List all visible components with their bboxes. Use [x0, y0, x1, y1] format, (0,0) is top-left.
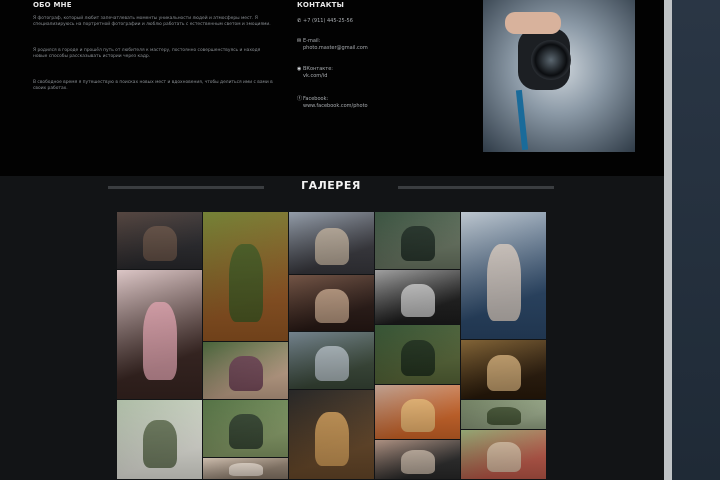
contact-text: E-mail:	[303, 38, 321, 44]
contacts-title: КОНТАКТЫ	[297, 1, 345, 9]
gallery-divider-left	[108, 186, 264, 189]
photo-glowing-jar[interactable]	[375, 385, 460, 439]
photo-family-group[interactable]	[375, 440, 460, 479]
about-paragraph-3: В свободное время я путешествую в поиска…	[33, 80, 273, 91]
contact-text: Facebook:	[303, 96, 329, 102]
photo-couple-field[interactable]	[461, 430, 546, 479]
contact-text: photo.master@gmail.com	[303, 45, 368, 51]
contact-text: +7 (911) 445-25-56	[303, 18, 353, 24]
contact-item[interactable]: ⓕFacebook: www.facebook.com/photo	[297, 96, 368, 110]
contact-item[interactable]: ◉ ВКонтакте: vk.com/id	[297, 66, 333, 80]
contact-text: ВКонтакте:	[303, 66, 333, 72]
photo-woman-pink[interactable]	[117, 270, 202, 399]
photo-green-valley[interactable]	[203, 400, 288, 457]
photo-forest-walk[interactable]	[375, 325, 460, 384]
photo-tent-night[interactable]	[289, 390, 374, 479]
window-frame-edge	[664, 0, 672, 480]
photo-woman-rooftop[interactable]	[461, 212, 546, 339]
camera-lens	[531, 40, 571, 80]
photo-girls-laughing[interactable]	[203, 342, 288, 399]
photo-green-park[interactable]	[461, 400, 546, 429]
about-paragraph-1: Я фотограф, который любит запечатлевать …	[33, 16, 271, 27]
photo-woman-sunlight[interactable]	[461, 340, 546, 399]
photo-autumn-leaves[interactable]	[203, 212, 288, 341]
about-paragraph-2: Я родился в городе и прошёл путь от люби…	[33, 48, 261, 59]
photo-couple-bw[interactable]	[375, 270, 460, 324]
photo-couple-embrace[interactable]	[289, 275, 374, 331]
about-title: ОБО МНЕ	[33, 1, 72, 9]
photo-friends-bench[interactable]	[117, 212, 202, 269]
contact-text: vk.com/id	[303, 73, 328, 79]
desktop-background	[672, 0, 720, 480]
photo-couple-city[interactable]	[289, 212, 374, 274]
photo-birch-kids[interactable]	[117, 400, 202, 479]
photo-bridge-forest[interactable]	[375, 212, 460, 269]
gallery-divider-right	[398, 186, 554, 189]
info-section: ОБО МНЕ Я фотограф, который любит запеча…	[0, 0, 664, 176]
contact-item[interactable]: ✆ +7 (911) 445-25-56	[297, 18, 353, 25]
contact-text: www.facebook.com/photo	[303, 103, 368, 109]
contact-item[interactable]: ✉ E-mail: photo.master@gmail.com	[297, 38, 368, 52]
photo-beach-people[interactable]	[203, 458, 288, 479]
photo-mountain-lake[interactable]	[289, 332, 374, 389]
web-page: ОБО МНЕ Я фотограф, который любит запеча…	[0, 0, 664, 480]
hero-photo-camera	[483, 0, 635, 152]
gallery-title: ГАЛЕРЕЯ	[301, 179, 361, 192]
